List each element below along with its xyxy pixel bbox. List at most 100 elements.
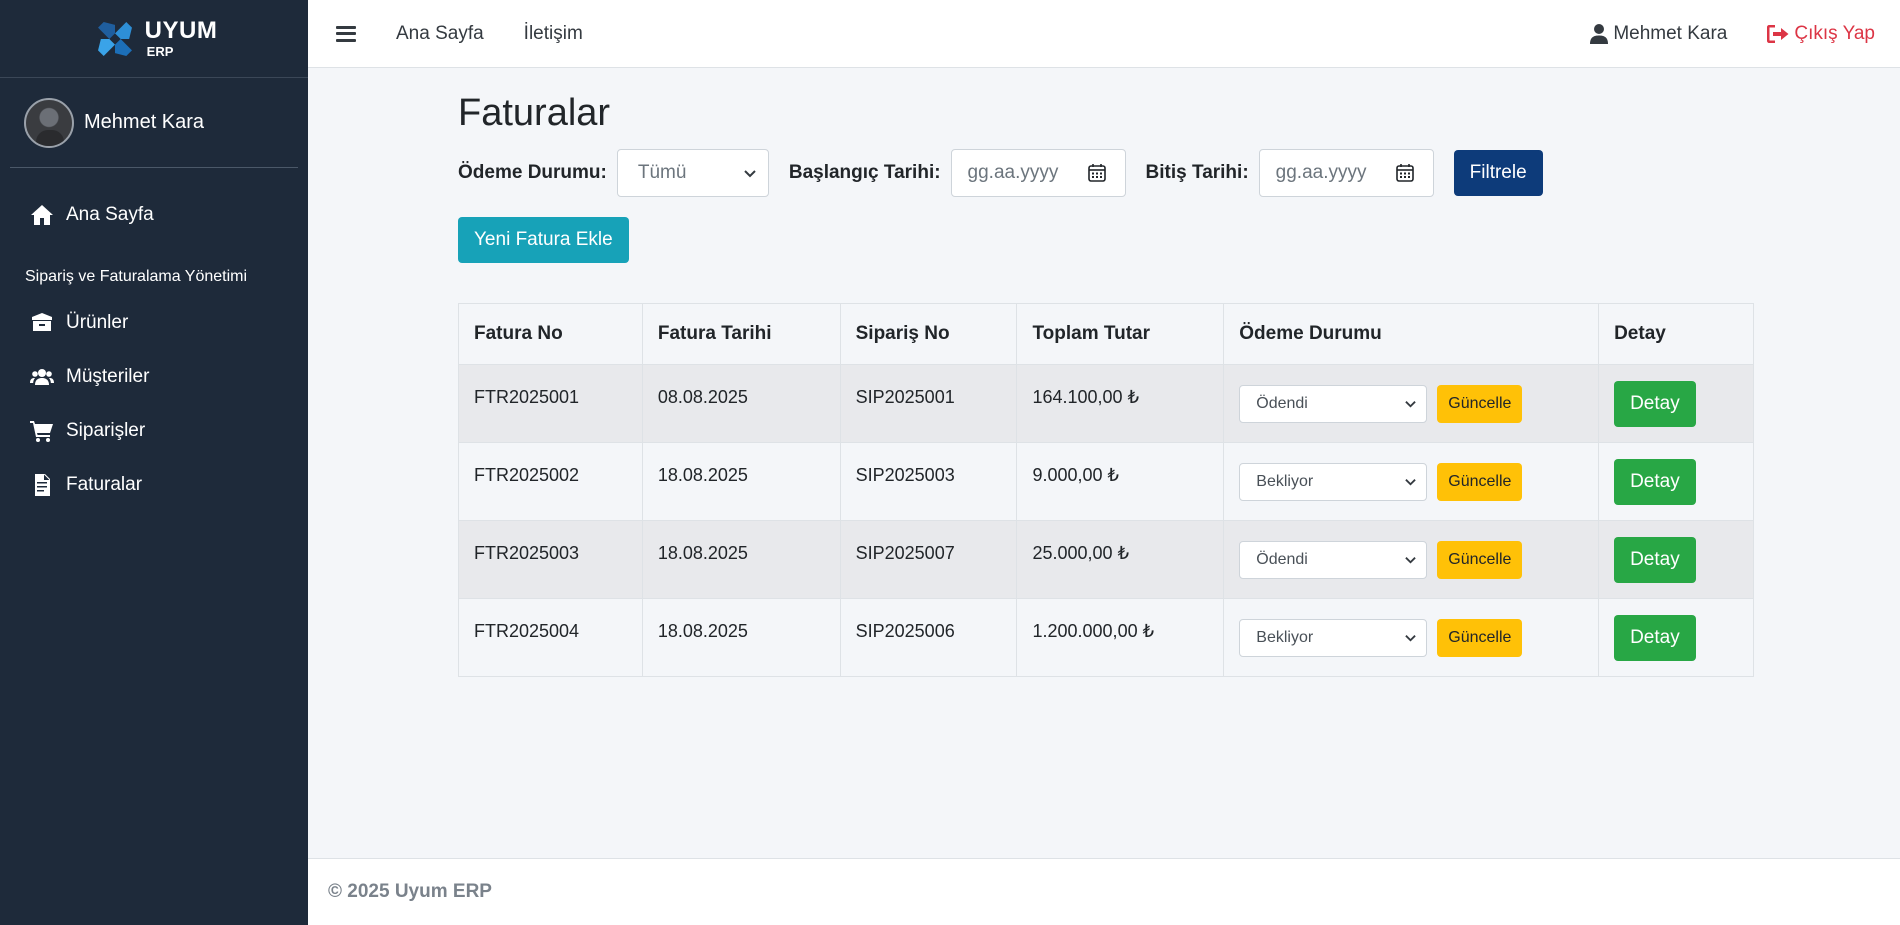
chevron-down-icon	[1405, 557, 1416, 564]
status-filter-select[interactable]: Tümü	[616, 149, 769, 197]
payment-status-value: Ödendi	[1256, 394, 1308, 412]
update-status-button[interactable]: Güncelle	[1437, 384, 1523, 423]
update-status-button[interactable]: Güncelle	[1437, 462, 1523, 501]
total-cell: 25.000,00 ₺	[1016, 520, 1225, 599]
invoice-date-cell: 08.08.2025	[641, 364, 841, 443]
payment-status-value: Bekliyor	[1256, 628, 1314, 646]
detail-cell: Detay	[1598, 598, 1754, 677]
sidebar-nav: Ana Sayfa Sipariş ve Faturalama Yönetimi…	[0, 188, 308, 512]
calendar-icon[interactable]	[1087, 163, 1107, 183]
nav-link-home[interactable]: Ana Sayfa	[396, 23, 484, 45]
start-date-input[interactable]: gg.aa.yyyy	[950, 149, 1126, 197]
brand-name: UYUM	[144, 17, 218, 44]
user-icon	[1590, 23, 1609, 44]
detail-button[interactable]: Detay	[1614, 458, 1696, 505]
total-cell: 9.000,00 ₺	[1016, 442, 1225, 521]
brand[interactable]: UYUM ERP	[0, 0, 308, 78]
chevron-down-icon	[1405, 635, 1416, 642]
payment-status-select[interactable]: Ödendi	[1239, 384, 1428, 423]
status-filter-value: Tümü	[637, 162, 687, 183]
footer: © 2025 Uyum ERP	[308, 858, 1900, 925]
column-header: Detay	[1598, 303, 1754, 365]
sign-out-icon	[1767, 24, 1789, 43]
payment-status-select[interactable]: Ödendi	[1239, 540, 1428, 579]
table-row: FTR2025003 18.08.2025 SIP2025007 25.000,…	[458, 520, 1754, 599]
start-date-placeholder: gg.aa.yyyy	[967, 162, 1059, 183]
sidebar-item-invoices[interactable]: Faturalar	[0, 458, 308, 512]
status-filter-label: Ödeme Durumu:	[458, 162, 607, 183]
sidebar-item-home[interactable]: Ana Sayfa	[0, 188, 308, 242]
detail-button[interactable]: Detay	[1614, 614, 1696, 661]
end-date-input[interactable]: gg.aa.yyyy	[1258, 149, 1434, 197]
logout-label: Çıkış Yap	[1794, 22, 1875, 44]
topbar-user[interactable]: Mehmet Kara	[1590, 23, 1727, 45]
invoice-no-cell: FTR2025003	[458, 520, 643, 599]
start-date-label: Başlangıç Tarihi:	[788, 162, 941, 183]
detail-button[interactable]: Detay	[1614, 380, 1696, 427]
detail-cell: Detay	[1598, 364, 1754, 443]
payment-status-cell: Bekliyor Güncelle	[1223, 442, 1600, 521]
sidebar-item-label: Ana Sayfa	[66, 204, 154, 225]
chevron-down-icon	[1405, 479, 1416, 486]
menu-toggle-icon[interactable]	[336, 25, 356, 42]
update-status-button[interactable]: Güncelle	[1437, 540, 1523, 579]
column-header: Fatura No	[458, 303, 643, 365]
table-row: FTR2025004 18.08.2025 SIP2025006 1.200.0…	[458, 598, 1754, 677]
sidebar-section-header: Sipariş ve Faturalama Yönetimi	[25, 268, 248, 285]
box-icon	[32, 313, 52, 331]
payment-status-select[interactable]: Bekliyor	[1239, 462, 1428, 501]
order-no-cell: SIP2025007	[839, 520, 1018, 599]
invoice-no-cell: FTR2025001	[458, 364, 643, 443]
sidebar-item-products[interactable]: Ürünler	[0, 296, 308, 350]
payment-status-value: Bekliyor	[1256, 472, 1314, 490]
footer-copyright: © 2025 Uyum ERP	[328, 881, 492, 902]
users-icon	[30, 369, 54, 385]
sidebar: UYUM ERP Mehmet Kara Ana Sayfa Sipariş v…	[0, 0, 308, 925]
payment-status-select[interactable]: Bekliyor	[1239, 618, 1428, 657]
add-invoice-button[interactable]: Yeni Fatura Ekle	[458, 217, 629, 263]
sidebar-item-customers[interactable]: Müşteriler	[0, 350, 308, 404]
end-date-label: Bitiş Tarihi:	[1145, 162, 1249, 183]
invoice-date-cell: 18.08.2025	[641, 598, 841, 677]
column-header: Toplam Tutar	[1016, 303, 1225, 365]
sidebar-user-name[interactable]: Mehmet Kara	[84, 111, 204, 134]
top-navbar: Ana Sayfa İletişim Mehmet Kara Çıkış Yap	[308, 0, 1900, 68]
uyum-logo-icon	[97, 21, 132, 56]
brand-sub: ERP	[146, 44, 174, 59]
table-header-row: Fatura No Fatura Tarihi Sipariş No Topla…	[458, 303, 1754, 365]
column-header: Ödeme Durumu	[1223, 303, 1600, 365]
page-title: Faturalar	[458, 92, 611, 134]
detail-button[interactable]: Detay	[1614, 536, 1696, 583]
end-date-placeholder: gg.aa.yyyy	[1275, 162, 1367, 183]
main-content: Faturalar Ödeme Durumu: Tümü Başlangıç T…	[458, 68, 1758, 677]
total-cell: 1.200.000,00 ₺	[1016, 598, 1225, 677]
order-no-cell: SIP2025006	[839, 598, 1018, 677]
chevron-down-icon	[744, 170, 756, 178]
invoice-table: Fatura No Fatura Tarihi Sipariş No Topla…	[458, 303, 1754, 677]
payment-status-cell: Bekliyor Güncelle	[1223, 598, 1600, 677]
column-header: Sipariş No	[839, 303, 1018, 365]
nav-link-contact[interactable]: İletişim	[524, 23, 583, 45]
sidebar-user-panel[interactable]: Mehmet Kara	[10, 78, 298, 168]
sidebar-item-orders[interactable]: Siparişler	[0, 404, 308, 458]
chevron-down-icon	[1405, 401, 1416, 408]
sidebar-item-label: Siparişler	[66, 420, 146, 441]
sidebar-item-label: Ürünler	[66, 312, 129, 333]
invoice-date-cell: 18.08.2025	[641, 442, 841, 521]
invoice-no-cell: FTR2025002	[458, 442, 643, 521]
payment-status-cell: Ödendi Güncelle	[1223, 520, 1600, 599]
update-status-button[interactable]: Güncelle	[1437, 618, 1523, 657]
sidebar-item-label: Faturalar	[66, 474, 143, 495]
filter-bar: Ödeme Durumu: Tümü Başlangıç Tarihi: gg.…	[458, 149, 1758, 197]
filter-button[interactable]: Filtrele	[1453, 150, 1543, 196]
order-no-cell: SIP2025003	[839, 442, 1018, 521]
invoice-no-cell: FTR2025004	[458, 598, 643, 677]
column-header: Fatura Tarihi	[641, 303, 841, 365]
cart-icon	[30, 421, 53, 442]
table-row: FTR2025002 18.08.2025 SIP2025003 9.000,0…	[458, 442, 1754, 521]
calendar-icon[interactable]	[1395, 163, 1415, 183]
payment-status-cell: Ödendi Güncelle	[1223, 364, 1600, 443]
invoice-icon	[35, 474, 50, 496]
topbar-user-name: Mehmet Kara	[1613, 22, 1728, 44]
logout-link[interactable]: Çıkış Yap	[1767, 23, 1875, 45]
